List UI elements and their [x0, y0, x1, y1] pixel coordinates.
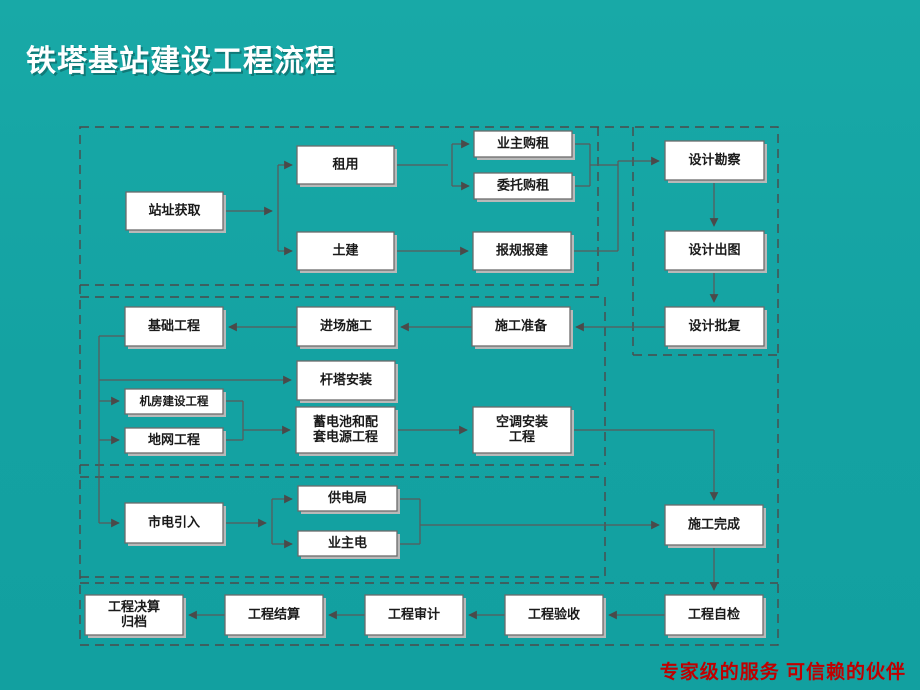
flow-node[interactable]: 设计勘察: [664, 140, 767, 183]
flow-node-label: 设计勘察: [688, 152, 741, 168]
flow-node[interactable]: 供电局: [297, 485, 400, 514]
flow-node-label: 套电源工程: [312, 429, 378, 445]
flow-node-label: 供电局: [327, 490, 367, 506]
flow-node[interactable]: 施工完成: [664, 504, 766, 548]
flow-node-label: 业主购租: [497, 136, 549, 152]
flow-node[interactable]: 工程审计: [364, 594, 466, 638]
flow-node[interactable]: 业主购租: [473, 130, 575, 160]
flowchart-svg: 站址获取 租用土建 业主购租委托购租报规报建 设计勘察设计出图设计批复 施工准备 进场施工…: [79, 126, 779, 646]
flow-node[interactable]: 地网工程: [124, 427, 226, 456]
flow-node[interactable]: 基础工程: [124, 306, 226, 349]
flow-node[interactable]: 租用: [296, 145, 397, 187]
flow-node-label: 工程验收: [528, 607, 581, 623]
flow-node-label: 工程结算: [248, 607, 300, 623]
flow-node[interactable]: 工程自检: [664, 594, 766, 638]
flow-node-label: 站址获取: [148, 203, 201, 219]
flow-node-label: 空调安装: [496, 414, 548, 430]
footer-tagline: 专家级的服务 可信赖的伙伴: [659, 662, 906, 683]
flow-node-label: 设计出图: [688, 242, 740, 258]
flow-node-label: 设计批复: [688, 318, 741, 334]
flow-node-label: 工程: [509, 430, 535, 445]
flow-node-label: 工程决算: [108, 599, 160, 615]
flow-node-label: 基础工程: [147, 318, 200, 334]
flow-node[interactable]: 进场施工: [296, 306, 398, 349]
flow-node-label: 市电引入: [148, 515, 200, 531]
flow-node-label: 业主电: [328, 535, 367, 551]
flow-node[interactable]: 工程决算归档: [84, 594, 186, 638]
flow-node[interactable]: 机房建设工程: [124, 388, 226, 417]
flow-node[interactable]: 设计出图: [664, 230, 767, 273]
flow-node[interactable]: 蓄电池和配套电源工程: [295, 406, 398, 456]
flow-node[interactable]: 工程结算: [224, 594, 326, 638]
flow-node-label: 地网工程: [148, 432, 200, 448]
flow-node-label: 施工准备: [495, 318, 548, 334]
flow-node-label: 进场施工: [320, 318, 372, 334]
flow-node-label: 土建: [332, 243, 358, 259]
flow-node-label: 施工完成: [688, 517, 740, 533]
flow-node[interactable]: 设计批复: [664, 306, 767, 349]
flow-node[interactable]: 报规报建: [472, 231, 574, 273]
flow-node[interactable]: 市电引入: [124, 502, 226, 546]
flow-node-label: 蓄电池和配: [313, 414, 378, 430]
flow-node-label: 工程审计: [388, 607, 440, 623]
flow-node[interactable]: 站址获取: [125, 191, 226, 233]
flow-node[interactable]: 委托购租: [473, 172, 575, 202]
flow-node-label: 委托购租: [496, 178, 549, 194]
flow-node-label: 工程自检: [688, 607, 740, 623]
flow-node[interactable]: 土建: [296, 231, 397, 273]
flow-node-label: 机房建设工程: [140, 394, 209, 408]
flowchart-nodes: 站址获取 租用土建 业主购租委托购租报规报建 设计勘察设计出图设计批复 施工准备 进场施工…: [84, 130, 767, 638]
flow-node[interactable]: 施工准备: [471, 306, 573, 349]
flow-node-label: 归档: [121, 614, 147, 630]
flow-node[interactable]: 工程验收: [504, 594, 606, 638]
flow-node[interactable]: 杆塔安装: [296, 360, 398, 403]
slide-canvas: 铁塔基站建设工程流程 站址获取 租用 土建 业主购租 委托购租 报规报建 设计勘…: [0, 0, 920, 690]
flow-node-label: 报规报建: [496, 243, 548, 259]
flow-node-label: 杆塔安装: [320, 372, 372, 388]
flow-node-label: 租用: [332, 158, 358, 173]
flow-node[interactable]: 业主电: [297, 530, 400, 559]
flow-node[interactable]: 空调安装工程: [472, 406, 574, 456]
flowchart: 站址获取 租用土建 业主购租委托购租报规报建 设计勘察设计出图设计批复 施工准备 进场施工…: [0, 0, 920, 690]
